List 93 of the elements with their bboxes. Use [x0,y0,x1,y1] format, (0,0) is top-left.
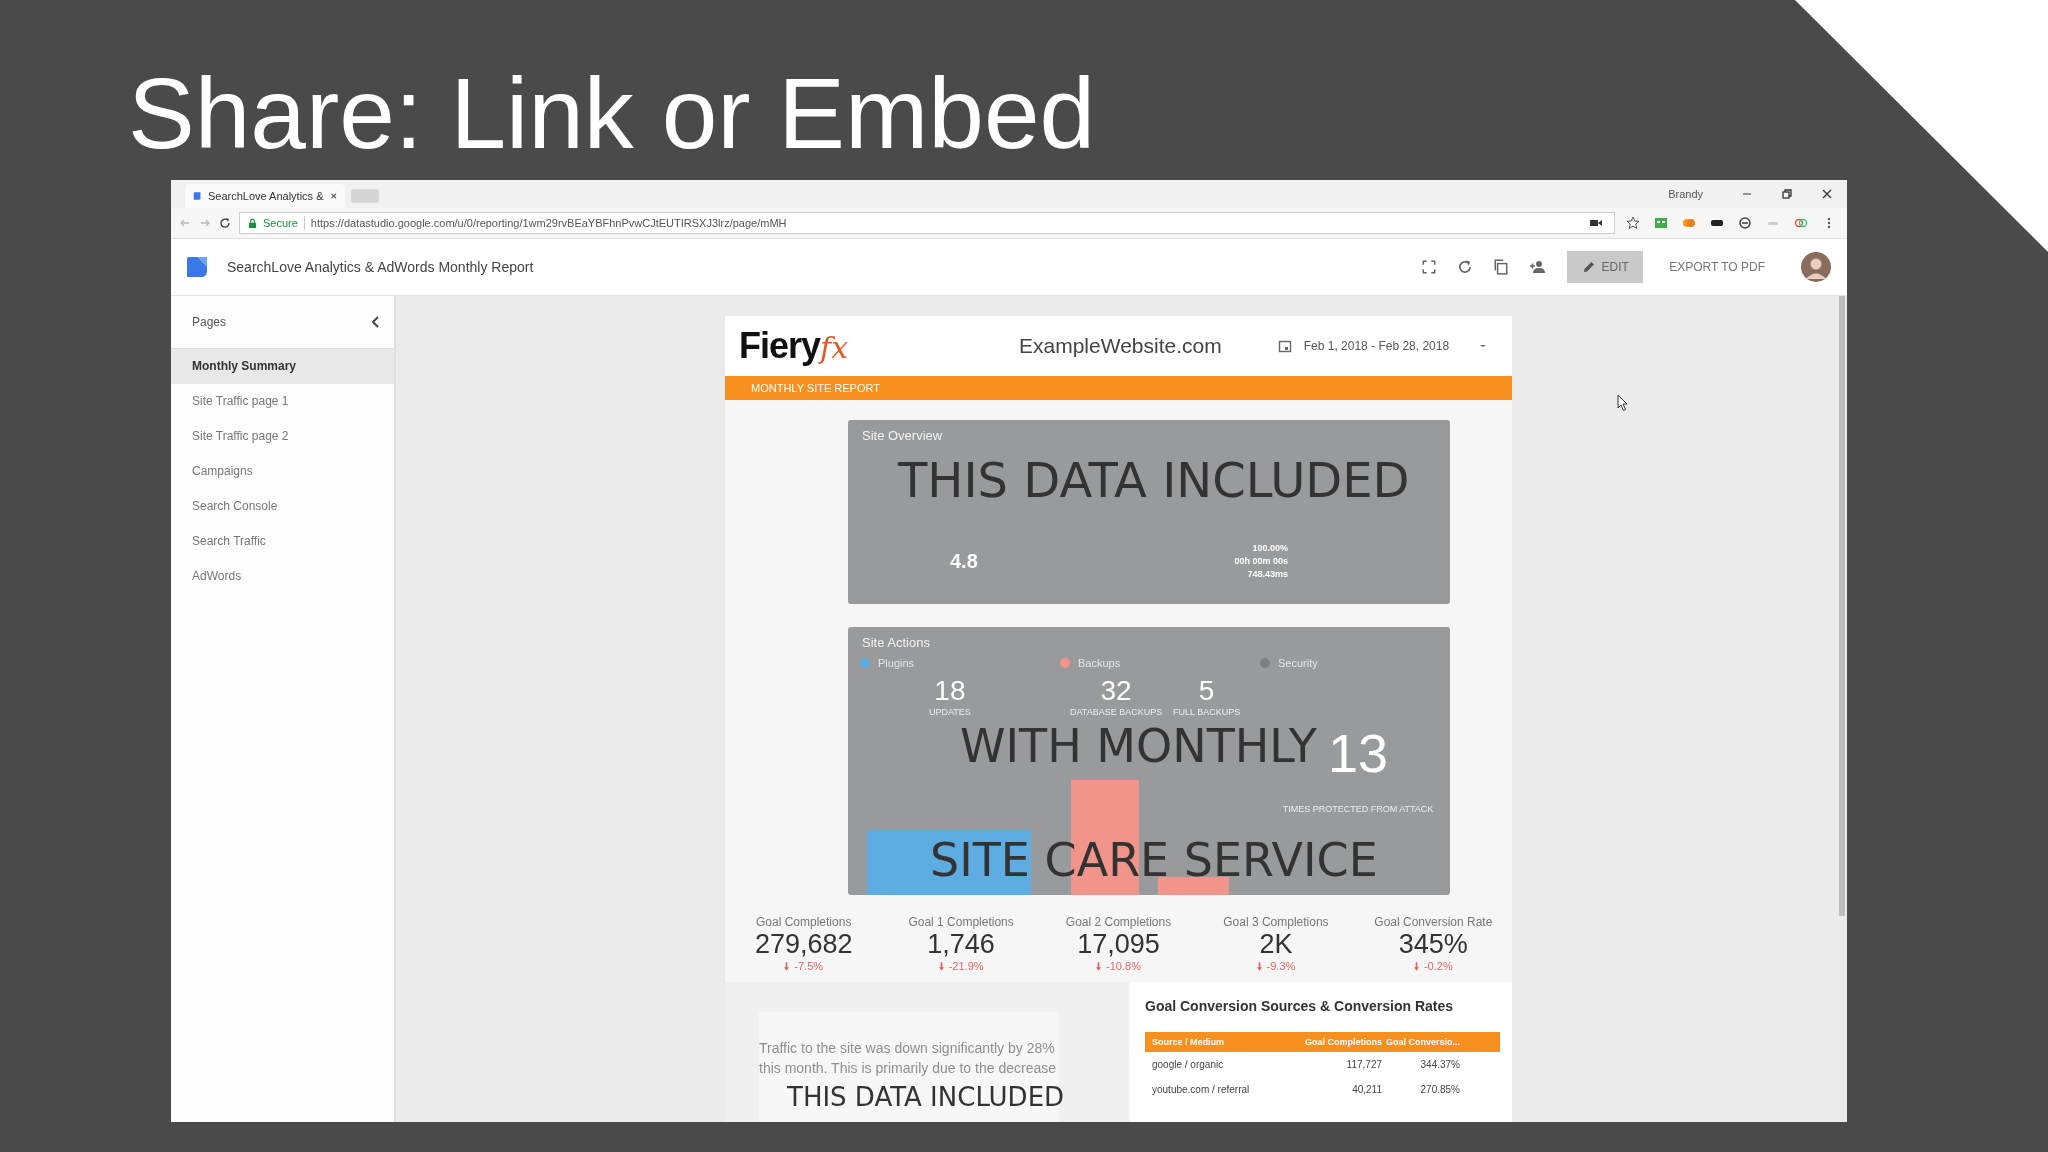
company-logo: Fieryfx [739,325,850,367]
metric-value: 748.43ms [1247,568,1288,581]
star-icon[interactable] [1626,216,1640,230]
table-cell-text: youtube.com / referral [1151,1084,1251,1095]
slide-title: Share: Link or Embed [128,58,1096,171]
stat-value: 32 [1100,675,1132,707]
stat-value: 5 [1198,675,1215,707]
kpi-value: 17,095 [1077,929,1160,960]
kpi-label: Goal Completions [756,915,852,929]
table-cell-text: 270.85% [1419,1084,1460,1095]
table-cell-text: google / organic [1151,1059,1225,1070]
caption-text: THIS DATA INCLUDED [787,1084,1065,1110]
stat-value: 18 [934,675,966,707]
reload-icon[interactable] [219,217,231,229]
page-item[interactable]: Site Traffic page 2 [171,419,394,454]
copy-icon[interactable] [1493,259,1510,275]
down-arrow-icon [784,961,790,971]
page-item[interactable]: Campaigns [171,454,394,489]
extension-icon[interactable] [1738,216,1752,230]
kpi-label: Goal 2 Completions [1065,915,1172,929]
caret-icon[interactable] [1479,344,1488,348]
date-range[interactable]: Feb 1, 2018 - Feb 28, 2018 [1303,339,1450,353]
report-icon [185,255,209,279]
column-header[interactable]: Goal Completions [1302,1037,1382,1047]
browser-tab[interactable]: SearchLove Analytics & [185,184,345,208]
pencil-icon [1581,260,1596,274]
kpi-change: -10.8% [1106,960,1141,972]
kpi-label: Goal 1 Completions [908,915,1014,929]
table-cell-text: 344.37% [1419,1059,1460,1070]
kpi-value: 279,682 [754,929,853,960]
report-banner: MONTHLY SITE REPORT [725,376,1512,400]
calendar-icon[interactable] [1277,339,1292,353]
edit-button[interactable]: EDIT [1567,251,1644,283]
down-arrow-icon [1096,961,1102,971]
avatar-icon[interactable] [1801,252,1831,282]
card-title: Site Overview [862,428,943,443]
restore-icon[interactable] [1781,188,1793,200]
caption-text: WITH MONTHLY [960,723,1317,769]
page-item[interactable]: Site Traffic page 1 [171,384,394,419]
legend-label: Plugins [878,657,915,669]
column-header[interactable]: Source / Medium [1145,1037,1302,1047]
report-icon [193,190,202,202]
report-title: SearchLove Analytics & AdWords Monthly Report [227,259,534,275]
card-title: Site Actions [862,635,930,650]
down-arrow-icon [938,961,944,971]
kpi-label: Goal Conversion Rate [1374,915,1493,929]
page-item[interactable]: Monthly Summary [171,349,394,384]
refresh-icon[interactable] [1457,259,1474,275]
secure-label: Secure [263,217,298,229]
summary-text: Traffic to the site was down significantly by 28% this month. This is primarily due to the decrease [759,1039,1057,1078]
kpi-label: Goal 3 Completions [1223,915,1329,929]
legend-label: Security [1278,657,1318,669]
metric-value: 100.00% [1252,542,1288,555]
stat-value: 13 [1327,722,1389,784]
page-item[interactable]: AdWords [171,559,394,594]
close-icon[interactable] [329,191,337,201]
scrollbar-thumb[interactable] [1839,296,1845,916]
caption-text: SITE CARE SERVICE [930,837,1378,883]
user-name: Brandy [1668,188,1703,200]
pages-heading: Pages [192,315,227,329]
kpi-change: -21.9% [948,960,984,972]
address-bar[interactable]: Secure https://datastudio.google.com/u/0/reporting/1wm29rvBEaYBFhnPvwCJtEUTIRSXJ3lrz/page/mMH [239,212,1615,234]
kpi-value: 345% [1398,929,1468,960]
legend-label: Backups [1078,657,1121,669]
page-item[interactable]: Search Traffic [171,524,394,559]
down-arrow-icon [1413,961,1419,971]
stat-label: UPDATES [929,707,971,718]
kpi-value: 1,746 [927,929,995,960]
lock-icon [248,217,257,229]
export-button[interactable]: EXPORT TO PDF [1663,259,1771,275]
close-icon[interactable] [1821,188,1833,200]
table-cell-text: 40,211 [1351,1084,1382,1095]
kpi-change: -0.2% [1423,960,1453,972]
fullscreen-icon[interactable] [1421,259,1438,275]
column-header[interactable]: Goal Conversio... [1382,1037,1460,1047]
metric-value: 4.8 [950,550,978,573]
chevron-left-icon[interactable] [370,315,380,329]
kpi-value: 2K [1259,929,1293,960]
website-name: ExampleWebsite.com [1019,334,1222,358]
table-cell-text: 117,727 [1345,1059,1382,1070]
stat-label: DATABASE BACKUPS [1070,707,1163,718]
cursor-icon [1617,394,1629,412]
down-arrow-icon [1256,961,1262,971]
add-person-icon[interactable] [1529,259,1546,275]
url-text: https://datastudio.google.com/u/0/reporting/1wm29rvBEaYBFhnPvwCJtEUTIRSXJ3lrz/page/mMH [310,217,787,229]
table-title: Goal Conversion Sources & Conversion Rates [1145,998,1455,1014]
stat-label: FULL BACKUPS [1173,707,1241,718]
caption-text: THIS DATA INCLUDED [898,456,1410,504]
kpi-change: -7.5% [794,960,824,972]
stat-label: TIMES PROTECTED FROM ATTACK [1282,804,1434,815]
metric-value: 00h 00m 00s [1234,555,1288,568]
page-item[interactable]: Search Console [171,489,394,524]
kpi-change: -9.3% [1266,960,1296,972]
